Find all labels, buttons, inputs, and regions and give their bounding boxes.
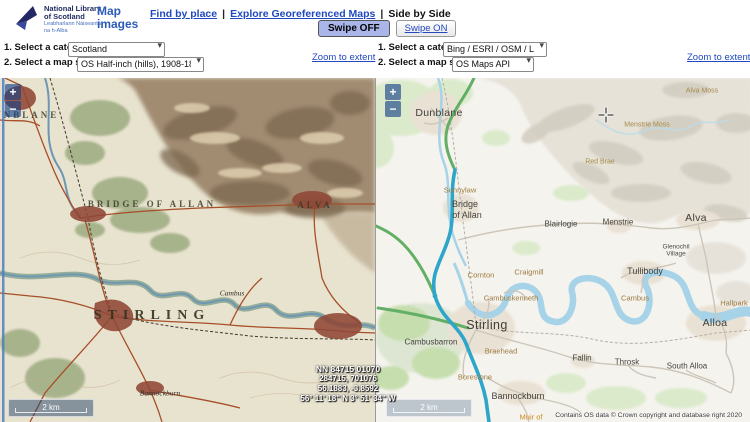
coord-easting-northing: 284715, 701076: [300, 374, 395, 384]
nls-logo-icon: [14, 3, 40, 33]
right-zoom-control: + −: [385, 84, 401, 117]
nav-explore-georeferenced[interactable]: Explore Georeferenced Maps: [230, 8, 375, 20]
coord-dms: 56° 11' 18" N 3° 51' 34" W: [300, 394, 395, 404]
page-title: Map images: [97, 5, 149, 31]
right-scale-bar: 2 km: [386, 399, 472, 417]
swipe-off-button[interactable]: Swipe OFF: [318, 20, 390, 37]
left-zoom-out-button[interactable]: −: [5, 101, 21, 117]
left-zoom-control: + −: [5, 84, 21, 117]
map-attribution: Contains OS data © Crown copyright and d…: [555, 412, 742, 419]
left-series-select[interactable]: OS Half-inch (hills), 1908-18: [77, 57, 204, 72]
coord-grid-ref: NN 84715 01070: [300, 364, 395, 374]
coord-lat-lon: 56.1883, -3.8592: [300, 384, 395, 394]
nav-side-by-side: Side by Side: [388, 8, 450, 20]
left-scale-bar: 2 km: [8, 399, 94, 417]
logo-gaelic-1: Leabharlann Nàiseanta: [44, 21, 101, 28]
left-series-select-wrap: OS Half-inch (hills), 1908-18: [77, 54, 204, 69]
left-zoom-to-extent-link[interactable]: Zoom to extent: [312, 52, 375, 63]
right-series-select-wrap: OS Maps API: [452, 54, 534, 69]
layer-controls: 1. Select a category: Scotland 2. Select…: [0, 38, 750, 78]
swipe-toggle-group: Swipe OFF Swipe ON: [318, 20, 456, 37]
right-category-select-wrap: Bing / ESRI / OSM / LiDAR: [443, 39, 547, 54]
left-category-select-wrap: Scotland: [68, 39, 165, 54]
nls-side-by-side-viewer: National Library of Scotland Leabharlann…: [0, 0, 750, 422]
nls-logo[interactable]: National Library of Scotland Leabharlann…: [14, 3, 101, 34]
right-zoom-in-button[interactable]: +: [385, 84, 401, 100]
nav-separator: |: [222, 8, 225, 20]
mouse-position-readout: NN 84715 01070 284715, 701076 56.1883, -…: [300, 364, 395, 404]
right-zoom-out-button[interactable]: −: [385, 101, 401, 117]
nav-find-by-place[interactable]: Find by place: [150, 8, 217, 20]
crosshair-cursor-icon: [598, 107, 614, 123]
left-scale-tick: [15, 408, 87, 413]
logo-gaelic-2: na h-Alba: [44, 28, 101, 35]
modern-map-art: [376, 78, 750, 422]
right-series-select[interactable]: OS Maps API: [452, 57, 534, 72]
main-nav: Find by place | Explore Georeferenced Maps…: [150, 8, 451, 20]
swipe-on-button[interactable]: Swipe ON: [396, 20, 457, 37]
nls-logo-text: National Library of Scotland Leabharlann…: [44, 3, 101, 34]
map-panes: DUNBLANEBRIDGE OF ALLANALVASTIRLINGCambu…: [0, 78, 750, 422]
right-zoom-to-extent-link[interactable]: Zoom to extent: [687, 52, 750, 63]
logo-title-2: of Scotland: [44, 13, 101, 21]
right-scale-tick: [393, 408, 465, 413]
header: National Library of Scotland Leabharlann…: [0, 0, 750, 38]
left-zoom-in-button[interactable]: +: [5, 84, 21, 100]
nav-separator: |: [380, 8, 383, 20]
modern-map[interactable]: DunblaneAlva MossMenstrie MossRed BraeSu…: [375, 78, 750, 422]
